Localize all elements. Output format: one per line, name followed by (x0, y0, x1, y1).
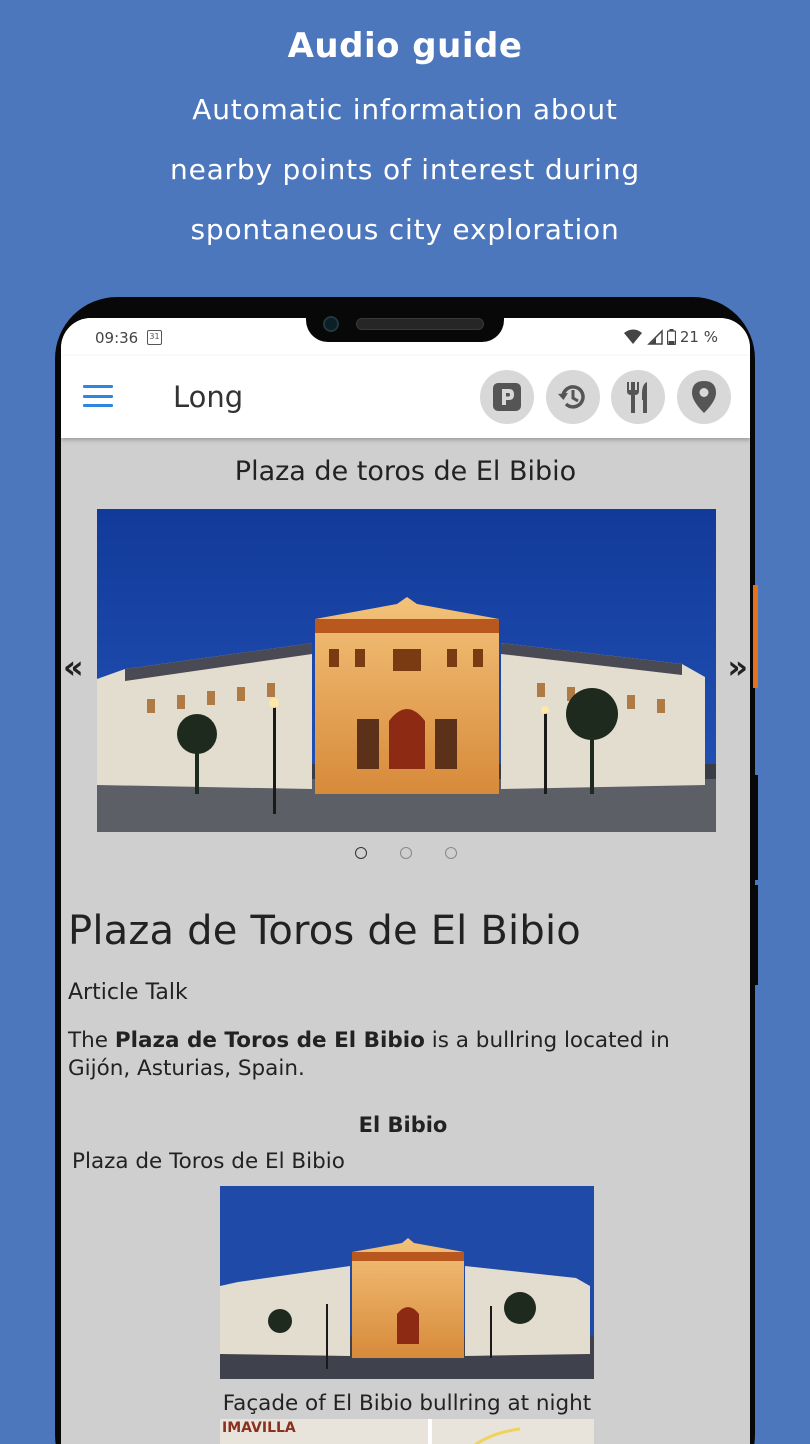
infobox-image[interactable] (220, 1186, 594, 1379)
phone-notch (306, 300, 504, 342)
parking-icon (493, 383, 521, 411)
signal-icon (647, 329, 663, 345)
location-button[interactable] (677, 370, 731, 424)
history-button[interactable] (546, 370, 600, 424)
promo-title: Audio guide (287, 26, 523, 66)
infobox-subtitle: Plaza de Toros de El Bibio (72, 1149, 345, 1174)
volume-button (753, 585, 758, 688)
calendar-icon: 31 (147, 330, 162, 345)
carousel-image[interactable] (97, 509, 716, 832)
lead-prefix: The (68, 1028, 115, 1053)
pagination-dot-1[interactable] (354, 847, 367, 859)
article-lead: The Plaza de Toros de El Bibio is a bull… (68, 1027, 738, 1083)
lead-bold: Plaza de Toros de El Bibio (114, 1028, 425, 1053)
pagination-dot-2[interactable] (399, 847, 412, 859)
earpiece-speaker (356, 318, 484, 330)
carousel-next-button[interactable]: » (727, 648, 748, 686)
menu-icon[interactable] (83, 385, 113, 407)
infobox-map[interactable]: IMAVILLA (220, 1419, 594, 1444)
article: Plaza de Toros de El Bibio Article Talk … (68, 908, 738, 1444)
infobox-title: El Bibio (358, 1113, 448, 1137)
promo-subtitle-line-2: nearby points of interest during (170, 153, 640, 186)
promo-subtitle-line-3: spontaneous city exploration (190, 213, 620, 246)
status-indicators: 21 % (623, 328, 718, 346)
restaurant-button[interactable] (611, 370, 665, 424)
article-heading: Plaza de Toros de El Bibio (68, 908, 581, 954)
front-camera (323, 316, 339, 332)
side-button-upper (753, 775, 758, 880)
carousel-pagination (61, 847, 750, 859)
phone-screen: 09:36 31 21 % Long Plaza de toros de El … (61, 318, 750, 1444)
status-time: 09:36 (95, 329, 139, 347)
battery-percent: 21 % (679, 328, 718, 346)
carousel-prev-button[interactable]: « (63, 648, 84, 686)
place-title: Plaza de toros de El Bibio (234, 456, 577, 487)
history-icon (558, 385, 585, 409)
side-button-lower (753, 885, 758, 985)
location-pin-icon (692, 381, 716, 413)
promo-subtitle-line-1: Automatic information about (192, 93, 618, 126)
restaurant-icon (627, 382, 647, 413)
battery-icon (666, 329, 676, 345)
infobox-caption: Façade of El Bibio bullring at night (222, 1391, 592, 1416)
wifi-icon (623, 329, 642, 344)
parking-button[interactable] (480, 370, 534, 424)
app-bar: Long (61, 356, 750, 438)
article-talk-tabs[interactable]: Article Talk (68, 980, 738, 1005)
pagination-dot-3[interactable] (444, 847, 457, 859)
app-title: Long (173, 380, 244, 414)
